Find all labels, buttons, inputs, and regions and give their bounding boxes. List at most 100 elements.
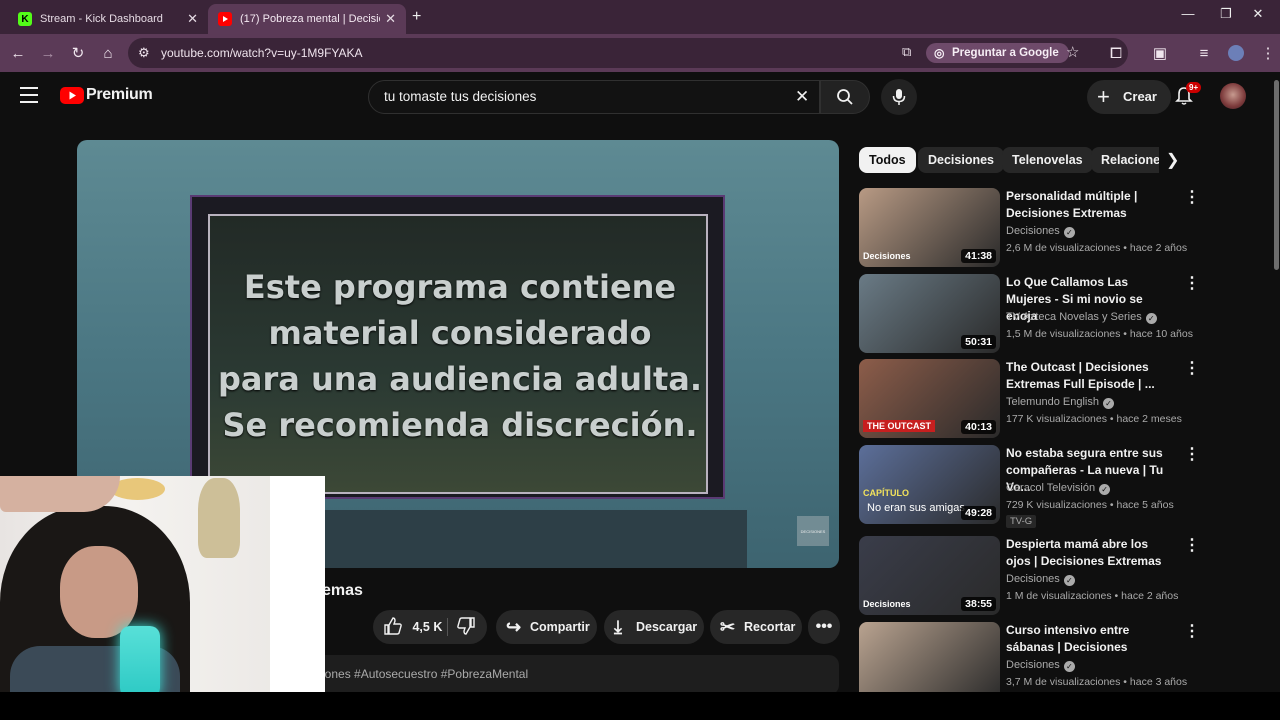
close-tab-icon[interactable]: ✕ [385, 11, 396, 27]
chip-relaciones[interactable]: Relacione [1091, 147, 1159, 173]
chrome-menu-icon[interactable]: ⋮ [1258, 43, 1278, 63]
browser-tab-kick[interactable]: K Stream - Kick Dashboard ✕ [8, 4, 208, 34]
search-input[interactable]: tu tomaste tus decisiones ✕ [368, 80, 820, 114]
like-button[interactable]: 4,5 K [383, 610, 442, 644]
browser-tab-youtube[interactable]: (17) Pobreza mental | Decisione ✕ [208, 4, 406, 34]
taskbar-strip [0, 692, 1280, 720]
wall-decoration [198, 478, 240, 558]
more-vertical-icon[interactable]: ⋮ [1184, 190, 1200, 206]
recommendation-title[interactable]: The Outcast | Decisiones Extremas Full E… [1006, 359, 1176, 393]
share-button[interactable]: ↪ Compartir [496, 610, 597, 644]
thumbnail-overlay-text: Decisiones [863, 599, 911, 609]
chip-todos[interactable]: Todos [859, 147, 916, 173]
youtube-header: Premium tu tomaste tus decisiones ✕ + Cr… [0, 72, 1280, 122]
more-vertical-icon[interactable]: ⋮ [1184, 624, 1200, 640]
download-button[interactable]: ⤓ Descargar [604, 610, 704, 644]
bookmark-star-icon[interactable]: ☆ [1066, 43, 1079, 61]
recommendation-title[interactable]: Curso intensivo entre sábanas | Decision… [1006, 622, 1176, 656]
ask-google-label: Preguntar a Google [952, 47, 1059, 59]
channel-name[interactable]: Caracol Televisión ✓ [1006, 482, 1111, 495]
more-actions-button[interactable]: ••• [808, 610, 840, 644]
like-dislike-group: 4,5 K [373, 610, 487, 644]
recommendation-item[interactable]: 50:31 Lo Que Callamos Las Mujeres - Si mi… [859, 274, 1209, 354]
extensions-icon[interactable]: ⧠ [1106, 43, 1126, 63]
more-vertical-icon[interactable]: ⋮ [1184, 276, 1200, 292]
plus-icon: + [1097, 84, 1110, 109]
chip-decisiones[interactable]: Decisiones [918, 147, 1005, 173]
tv-frame: Este programa contiene material consider… [192, 197, 723, 497]
sidepanel-icon[interactable]: ▣ [1150, 43, 1170, 63]
back-icon[interactable]: ← [8, 43, 28, 63]
new-tab-icon[interactable]: + [412, 8, 421, 26]
notifications-button[interactable]: 9+ [1174, 82, 1202, 111]
video-thumbnail[interactable]: Decisiones 38:55 [859, 536, 1000, 615]
address-bar[interactable]: ⚙ youtube.com/watch?v=uy-1M9FYAKA ⧉ ◎ Pr… [128, 38, 1128, 68]
window-close-icon[interactable]: ✕ [1238, 6, 1278, 22]
more-vertical-icon[interactable]: ⋮ [1184, 361, 1200, 377]
video-meta: 729 K visualizaciones • hace 5 años [1006, 499, 1174, 511]
voice-search-button[interactable] [881, 79, 917, 115]
channel-name[interactable]: Decisiones ✓ [1006, 225, 1075, 238]
search-button[interactable] [820, 80, 870, 114]
share-label: Compartir [530, 620, 590, 634]
thumbnail-overlay-text: THE OUTCAST [863, 420, 935, 432]
recommendation-item[interactable]: THE OUTCAST 40:13 The Outcast | Decisiones… [859, 359, 1209, 439]
video-thumbnail[interactable] [859, 622, 1000, 701]
content-warning-text: Este programa contiene material consider… [210, 264, 710, 448]
recommendation-title[interactable]: Despierta mamá abre los ojos | Decisione… [1006, 536, 1176, 570]
recommendation-item[interactable]: Decisiones 38:55 Despierta mamá abre los o… [859, 536, 1209, 616]
profile-avatar[interactable] [1226, 43, 1246, 63]
microphone-icon [892, 89, 906, 105]
site-info-icon[interactable]: ⚙ [138, 45, 150, 61]
door-frame [270, 476, 325, 720]
verified-check-icon: ✓ [1063, 227, 1075, 238]
channel-name[interactable]: Decisiones ✓ [1006, 659, 1075, 672]
media-icon[interactable]: ≡ [1194, 43, 1214, 63]
warning-line: material considerado [268, 314, 652, 352]
verified-check-icon: ✓ [1063, 575, 1075, 586]
close-tab-icon[interactable]: ✕ [187, 11, 198, 27]
video-thumbnail[interactable]: 50:31 [859, 274, 1000, 353]
channel-name[interactable]: Decisiones ✓ [1006, 573, 1075, 586]
thumbnail-overlay-text: No eran sus amigas [867, 502, 965, 514]
forward-icon[interactable]: → [38, 43, 58, 63]
home-icon[interactable]: ⌂ [98, 43, 118, 63]
chips-next-icon[interactable]: ❯ [1166, 150, 1179, 170]
recommendation-item[interactable]: Decisiones 41:38 Personalidad múltiple | D… [859, 188, 1209, 268]
person-arm [0, 476, 120, 512]
clip-label: Recortar [744, 620, 796, 634]
minimize-icon[interactable]: — [1168, 6, 1208, 21]
divider [447, 618, 448, 636]
more-vertical-icon[interactable]: ⋮ [1184, 538, 1200, 554]
cast-icon[interactable]: ⧉ [902, 44, 911, 60]
verified-check-icon: ✓ [1063, 661, 1075, 672]
video-meta: 177 K visualizaciones • hace 2 meses [1006, 413, 1182, 425]
duration-badge: 40:13 [961, 420, 996, 434]
video-thumbnail[interactable]: Decisiones 41:38 [859, 188, 1000, 267]
video-thumbnail[interactable]: THE OUTCAST 40:13 [859, 359, 1000, 438]
channel-name[interactable]: TV Azteca Novelas y Series ✓ [1006, 311, 1157, 324]
clear-search-icon[interactable]: ✕ [795, 87, 809, 107]
thumbnail-overlay-text: Decisiones [863, 251, 911, 261]
dislike-button[interactable] [456, 610, 476, 644]
chip-telenovelas[interactable]: Telenovelas [1002, 147, 1093, 173]
scrollbar-thumb[interactable] [1274, 80, 1279, 270]
more-vertical-icon[interactable]: ⋮ [1184, 447, 1200, 463]
duration-badge: 50:31 [961, 335, 996, 349]
hamburger-menu-icon[interactable] [20, 87, 38, 103]
recommendation-item[interactable]: CAPÍTULO No eran sus amigas 49:28 No estaba… [859, 445, 1209, 528]
ask-google-button[interactable]: ◎ Preguntar a Google [926, 43, 1069, 63]
reload-icon[interactable]: ↻ [68, 43, 88, 63]
warning-line: para una audiencia adulta. [217, 360, 702, 398]
duration-badge: 41:38 [961, 249, 996, 263]
search-query-text: tu tomaste tus decisiones [384, 89, 537, 104]
create-button[interactable]: + Crear [1087, 80, 1171, 114]
recommendation-title[interactable]: Personalidad múltiple | Decisiones Extre… [1006, 188, 1176, 222]
video-meta: 2,6 M de visualizaciones • hace 2 años [1006, 242, 1188, 254]
clip-button[interactable]: ✂ Recortar [710, 610, 802, 644]
recommendation-item[interactable]: Curso intensivo entre sábanas | Decision… [859, 622, 1209, 702]
video-thumbnail[interactable]: CAPÍTULO No eran sus amigas 49:28 [859, 445, 1000, 524]
youtube-premium-logo[interactable]: Premium [60, 86, 153, 104]
account-avatar[interactable] [1220, 83, 1246, 109]
channel-name[interactable]: Telemundo English ✓ [1006, 396, 1114, 409]
